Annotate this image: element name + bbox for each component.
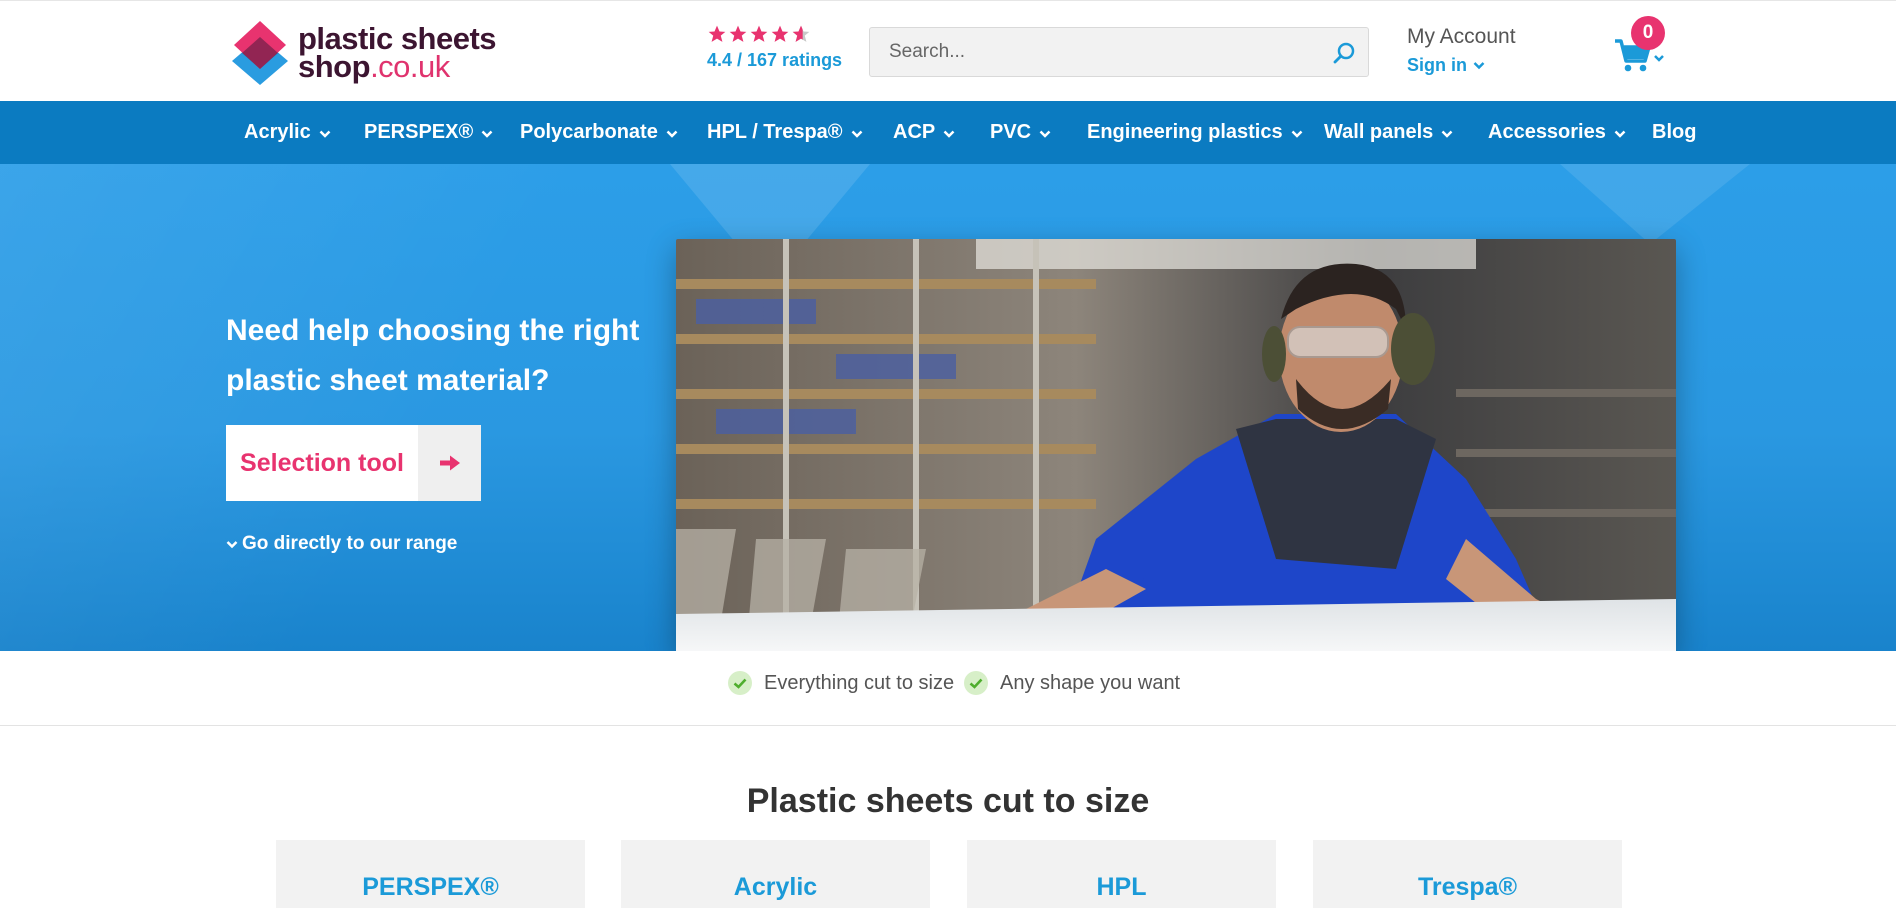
hero-banner: Need help choosing the right plastic she… [0,164,1896,651]
hero-decoration [1560,164,1750,244]
category-card-label: Acrylic [733,873,818,901]
star-icon [729,25,747,42]
nav-item-acp[interactable]: ACP [893,101,955,164]
sign-in-link[interactable]: Sign in [1407,55,1516,76]
usp-item: Any shape you want [964,671,1180,695]
arrow-right-icon [418,425,481,501]
chevron-down-icon [1039,130,1051,138]
chevron-down-icon [1614,130,1626,138]
rating-text[interactable]: 4.4 / 167 ratings [707,50,842,71]
chevron-down-icon [851,130,862,138]
rating-stars [707,24,842,44]
chevron-down-icon [943,130,955,138]
star-icon [771,25,789,42]
category-card-hpl[interactable]: HPL [967,840,1276,908]
logo-text: plastic sheets shop.co.uk [298,23,497,82]
hero-decoration [0,164,700,651]
chevron-down-icon [319,130,331,138]
search-icon[interactable] [1332,40,1358,66]
nav-label: Wall panels [1324,121,1434,143]
logo-suffix: .co.uk [370,49,450,84]
category-card-trespa[interactable]: Trespa® [1313,840,1622,908]
rating-widget[interactable]: 4.4 / 167 ratings [707,24,842,71]
chevron-down-icon [1291,130,1302,138]
go-to-range-link[interactable]: Go directly to our range [226,533,457,555]
usp-item: Everything cut to size [728,671,954,695]
nav-label: ACP [893,121,936,143]
usp-label: Everything cut to size [764,671,955,694]
nav-item-wall-panels[interactable]: Wall panels [1324,101,1453,164]
logo-line2: shop.co.uk [298,51,496,82]
search-input[interactable] [870,28,1310,76]
chevron-down-icon [666,130,678,138]
nav-item-engineering-plastics[interactable]: Engineering plastics [1087,101,1303,164]
category-card-perspex[interactable]: PERSPEX® [276,840,585,908]
usp-label: Any shape you want [1000,671,1181,694]
category-card-label: HPL [1096,873,1147,901]
chevron-down-icon [481,130,493,138]
nav-item-pvc[interactable]: PVC [990,101,1051,164]
chevron-down-icon [1473,62,1485,70]
nav-label: Polycarbonate [520,121,658,143]
star-icon [750,25,768,42]
chevron-down-icon [226,540,238,548]
nav-item-blog[interactable]: Blog [1652,101,1696,164]
usp-bar: Everything cut to size Any shape you wan… [0,651,1896,726]
nav-item-accessories[interactable]: Accessories [1488,101,1626,164]
section-title: Plastic sheets cut to size [746,782,1150,820]
nav-item-hpl-trespa[interactable]: HPL / Trespa® [707,101,863,164]
category-card-acrylic[interactable]: Acrylic [621,840,930,908]
nav-label: HPL / Trespa® [707,121,843,143]
category-card-label: PERSPEX® [362,873,499,901]
category-card-label: Trespa® [1417,873,1518,901]
nav-item-acrylic[interactable]: Acrylic [244,101,331,164]
sign-in-label: Sign in [1407,55,1467,75]
hero-title: Need help choosing the right plastic she… [226,314,640,397]
nav-label: PERSPEX® [364,121,474,143]
check-icon [728,671,752,695]
star-icon [708,25,726,42]
nav-item-perspex[interactable]: PERSPEX® [364,101,493,164]
cart-count-badge: 0 [1631,16,1665,50]
site-header: plastic sheets shop.co.uk 4.4 / 167 rati… [0,0,1896,101]
nav-label: PVC [990,121,1032,143]
nav-label: Blog [1652,121,1697,143]
half-star-icon [792,25,810,42]
main-navigation: Acrylic PERSPEX® Polycarbonate HPL / Tre… [0,101,1896,164]
chevron-down-icon [1441,130,1453,138]
logo-diamond-icon [230,19,290,87]
site-logo[interactable]: plastic sheets shop.co.uk [230,19,497,87]
search-bar [869,27,1369,77]
warehouse-worker-photo [676,239,1676,651]
account-menu[interactable]: My Account Sign in [1407,25,1516,76]
logo-shop: shop [298,49,371,84]
range-link-label: Go directly to our range [242,533,458,554]
selection-tool-label: Selection tool [240,448,404,477]
nav-label: Acrylic [244,121,311,143]
nav-label: Engineering plastics [1087,121,1283,143]
account-title[interactable]: My Account [1407,25,1516,49]
check-icon [964,671,988,695]
selection-tool-button[interactable]: Selection tool [226,425,481,501]
nav-item-polycarbonate[interactable]: Polycarbonate [520,101,678,164]
nav-label: Accessories [1488,121,1606,143]
